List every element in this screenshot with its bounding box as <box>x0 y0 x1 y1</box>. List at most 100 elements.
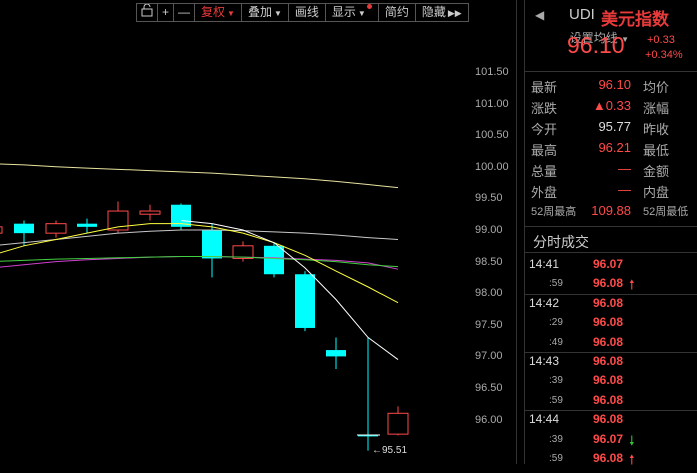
tick-seconds: :29 <box>549 317 563 329</box>
candlestick-chart[interactable] <box>0 0 516 464</box>
quote-value: 96.10 <box>598 77 631 92</box>
tick-price: 96.07 <box>593 257 624 271</box>
tick-time: 14:44 <box>529 412 560 427</box>
tick-price: 96.08 <box>593 334 624 349</box>
lock-icon[interactable] <box>136 3 158 22</box>
candle-body <box>358 435 378 437</box>
quote-label: 今开 <box>531 122 558 137</box>
quote-row: 外盘 — 内盘 <box>531 182 697 202</box>
hide-button[interactable]: 隐藏 ▶▶ <box>415 3 469 22</box>
quote-value: 109.88 <box>591 203 631 218</box>
candle-body <box>202 230 222 259</box>
zoom-out-button[interactable]: — <box>174 3 196 22</box>
tick-seconds: :39 <box>549 375 563 387</box>
simple-button[interactable]: 简约 <box>378 3 416 22</box>
divider[interactable] <box>516 0 517 464</box>
tick-row: 14:44 96.08 <box>525 411 697 430</box>
adjust-button[interactable]: 复权 ▼ <box>195 3 242 22</box>
chevron-down-icon: ▼ <box>227 9 235 18</box>
candle-body <box>45 223 67 234</box>
display-button[interactable]: 显示 ▼ <box>325 3 379 22</box>
symbol-code: UDI <box>569 6 595 23</box>
y-axis-tick: 97.50 <box>475 318 503 331</box>
y-axis-tick: 98.00 <box>475 287 503 300</box>
tick-seconds: :39 <box>549 433 563 445</box>
tick-time: 14:42 <box>529 295 560 310</box>
candle-body <box>326 350 346 357</box>
tick-price: 96.08 <box>593 295 624 310</box>
collapse-left-icon[interactable]: ◀ <box>535 8 544 22</box>
tick-time: 14:43 <box>529 354 560 368</box>
quote-value: — <box>618 161 631 176</box>
display-label: 显示 <box>331 5 356 19</box>
tick-row: :39 96.07 🠗 <box>525 431 697 450</box>
quote-row: 今开 95.77 昨收 <box>531 119 697 139</box>
tick-seconds: :59 <box>549 394 563 406</box>
quote-label: 昨收 <box>643 122 670 137</box>
quote-row: 最新 96.10 均价 <box>531 77 697 97</box>
tick-seconds: :49 <box>549 336 563 348</box>
candle-body <box>139 210 161 215</box>
chevron-down-icon: ▼ <box>273 9 282 18</box>
double-arrow-right-icon: ▶▶ <box>447 8 462 18</box>
quote-label: 最低 <box>643 143 670 158</box>
candle-body <box>387 412 409 435</box>
adjust-label: 复权 <box>201 5 226 19</box>
ticks-title: 分时成交 <box>533 234 589 250</box>
quote-label: 均价 <box>643 80 670 95</box>
quote-label: 52周最低 <box>643 206 689 218</box>
quote-label: 涨跌 <box>531 101 558 116</box>
quote-value: — <box>618 182 631 197</box>
divider <box>525 71 697 72</box>
tick-price: 96.08 <box>593 315 624 330</box>
y-axis-tick: 97.00 <box>475 350 503 363</box>
y-axis-tick: 96.00 <box>475 413 503 426</box>
tick-price: 96.08 <box>593 276 624 291</box>
quote-row: 52周最高 109.88 52周最低 <box>531 203 697 223</box>
y-axis-tick: 100.00 <box>475 160 509 173</box>
candle-body <box>77 223 97 227</box>
low-price-annotation: ←95.51 <box>372 445 408 456</box>
tick-price: 96.08 <box>593 373 624 388</box>
y-axis-tick: 101.00 <box>475 97 509 110</box>
tick-time: 14:41 <box>529 257 560 271</box>
tick-seconds: :59 <box>549 453 563 464</box>
quote-value: ▲0.33 <box>592 98 631 113</box>
candle-body <box>0 226 3 234</box>
tick-row: :59 96.08 <box>525 392 697 411</box>
price-change-pct: +0.34% <box>645 49 683 61</box>
tick-price: 96.08 <box>593 451 624 465</box>
tick-row: 14:41 96.07 <box>525 256 697 275</box>
quote-label: 最高 <box>531 143 558 158</box>
quote-label: 金额 <box>643 164 670 179</box>
quote-label: 总量 <box>531 164 558 179</box>
quote-label: 52周最高 <box>531 206 577 218</box>
quote-label: 外盘 <box>531 185 558 200</box>
y-axis-tick: 100.50 <box>475 129 509 142</box>
tick-row: :49 96.08 <box>525 334 697 353</box>
quote-label: 涨幅 <box>643 101 670 116</box>
quote-row: 涨跌 ▲0.33 涨幅 <box>531 98 697 118</box>
quote-row: 总量 — 金额 <box>531 161 697 181</box>
y-axis-tick: 99.50 <box>475 192 503 205</box>
price-change: +0.33 <box>647 34 675 46</box>
tick-row: :29 96.08 <box>525 314 697 333</box>
symbol-name[interactable]: 美元指数 <box>601 5 669 30</box>
y-axis-tick: 101.50 <box>475 66 509 78</box>
draw-line-button[interactable]: 画线 <box>288 3 326 22</box>
quote-panel: ◀ UDI 美元指数 96.10 +0.33 +0.34% 最新 96.10 均价涨… <box>525 0 697 467</box>
divider <box>525 226 697 227</box>
zoom-in-button[interactable]: + <box>158 3 175 22</box>
low-price-value: 95.51 <box>382 445 408 456</box>
quote-label: 内盘 <box>643 185 670 200</box>
arrow-up-icon: 🠕 <box>629 452 635 467</box>
y-axis-tick: 96.50 <box>475 382 503 394</box>
chevron-down-icon: ▼ <box>357 9 366 18</box>
candle-body <box>295 274 315 328</box>
divider <box>525 252 697 253</box>
tick-row: :59 96.08 🠕 <box>525 275 697 294</box>
tick-row: 14:43 96.08 <box>525 353 697 372</box>
overlay-button[interactable]: 叠加 ▼ <box>241 3 289 22</box>
quote-label: 最新 <box>531 80 558 95</box>
tick-price: 96.07 <box>593 431 624 446</box>
